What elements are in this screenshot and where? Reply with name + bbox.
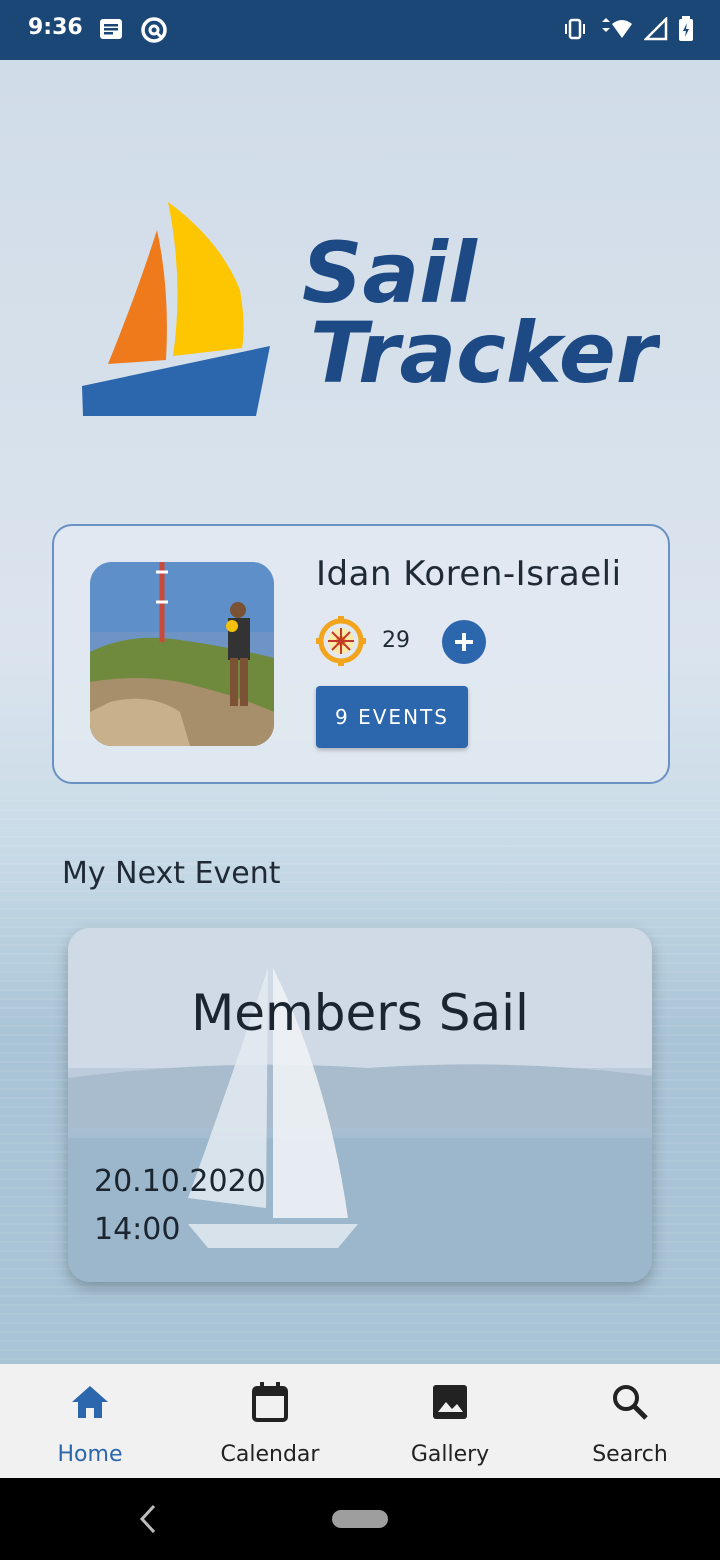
events-button[interactable]: 9 EVENTS — [316, 686, 468, 748]
system-navigation-bar — [0, 1478, 720, 1560]
logo-line-2: Tracker — [310, 304, 660, 402]
search-icon — [613, 1385, 648, 1420]
wifi-icon — [602, 18, 632, 38]
section-title: My Next Event — [62, 856, 281, 891]
sync-icon — [141, 17, 167, 43]
message-icon — [100, 19, 122, 39]
nav-label-home: Home — [57, 1442, 123, 1467]
avatar[interactable] — [90, 562, 274, 746]
profile-card: Idan Koren-Israeli 29 9 EVENTS — [52, 524, 670, 784]
status-time: 9:36 — [28, 15, 83, 40]
event-title: Members Sail — [191, 984, 529, 1042]
nav-gallery[interactable]: Gallery — [360, 1364, 540, 1478]
home-screen: Sail Tracker Idan Koren-Israeli 29 9 EVE… — [0, 60, 720, 1364]
user-name: Idan Koren-Israeli — [316, 554, 622, 594]
event-time: 14:00 — [94, 1212, 181, 1247]
points-count: 29 — [382, 628, 410, 653]
event-date: 20.10.2020 — [94, 1164, 266, 1199]
nav-label-calendar: Calendar — [220, 1442, 320, 1467]
calendar-icon — [252, 1382, 288, 1422]
signal-icon — [644, 17, 668, 41]
nav-calendar[interactable]: Calendar — [180, 1364, 360, 1478]
plus-icon — [455, 633, 473, 651]
nav-home[interactable]: Home — [0, 1364, 180, 1478]
status-bar: 9:36 — [0, 0, 720, 60]
nav-search[interactable]: Search — [540, 1364, 720, 1478]
bottom-navigation: Home Calendar Gallery Search — [0, 1364, 720, 1478]
home-icon — [72, 1386, 108, 1418]
system-home-button[interactable] — [332, 1510, 388, 1528]
nav-label-gallery: Gallery — [410, 1442, 490, 1467]
battery-icon — [679, 16, 693, 41]
gallery-icon — [433, 1385, 467, 1419]
next-event-card[interactable]: Members Sail 20.10.2020 14:00 — [68, 928, 652, 1282]
back-icon[interactable] — [138, 1502, 158, 1536]
add-points-button[interactable] — [442, 620, 486, 664]
nav-label-search: Search — [592, 1442, 668, 1467]
ship-wheel-icon — [316, 616, 366, 666]
sail-tracker-logo: Sail Tracker — [82, 202, 660, 416]
vibrate-icon — [565, 18, 585, 40]
